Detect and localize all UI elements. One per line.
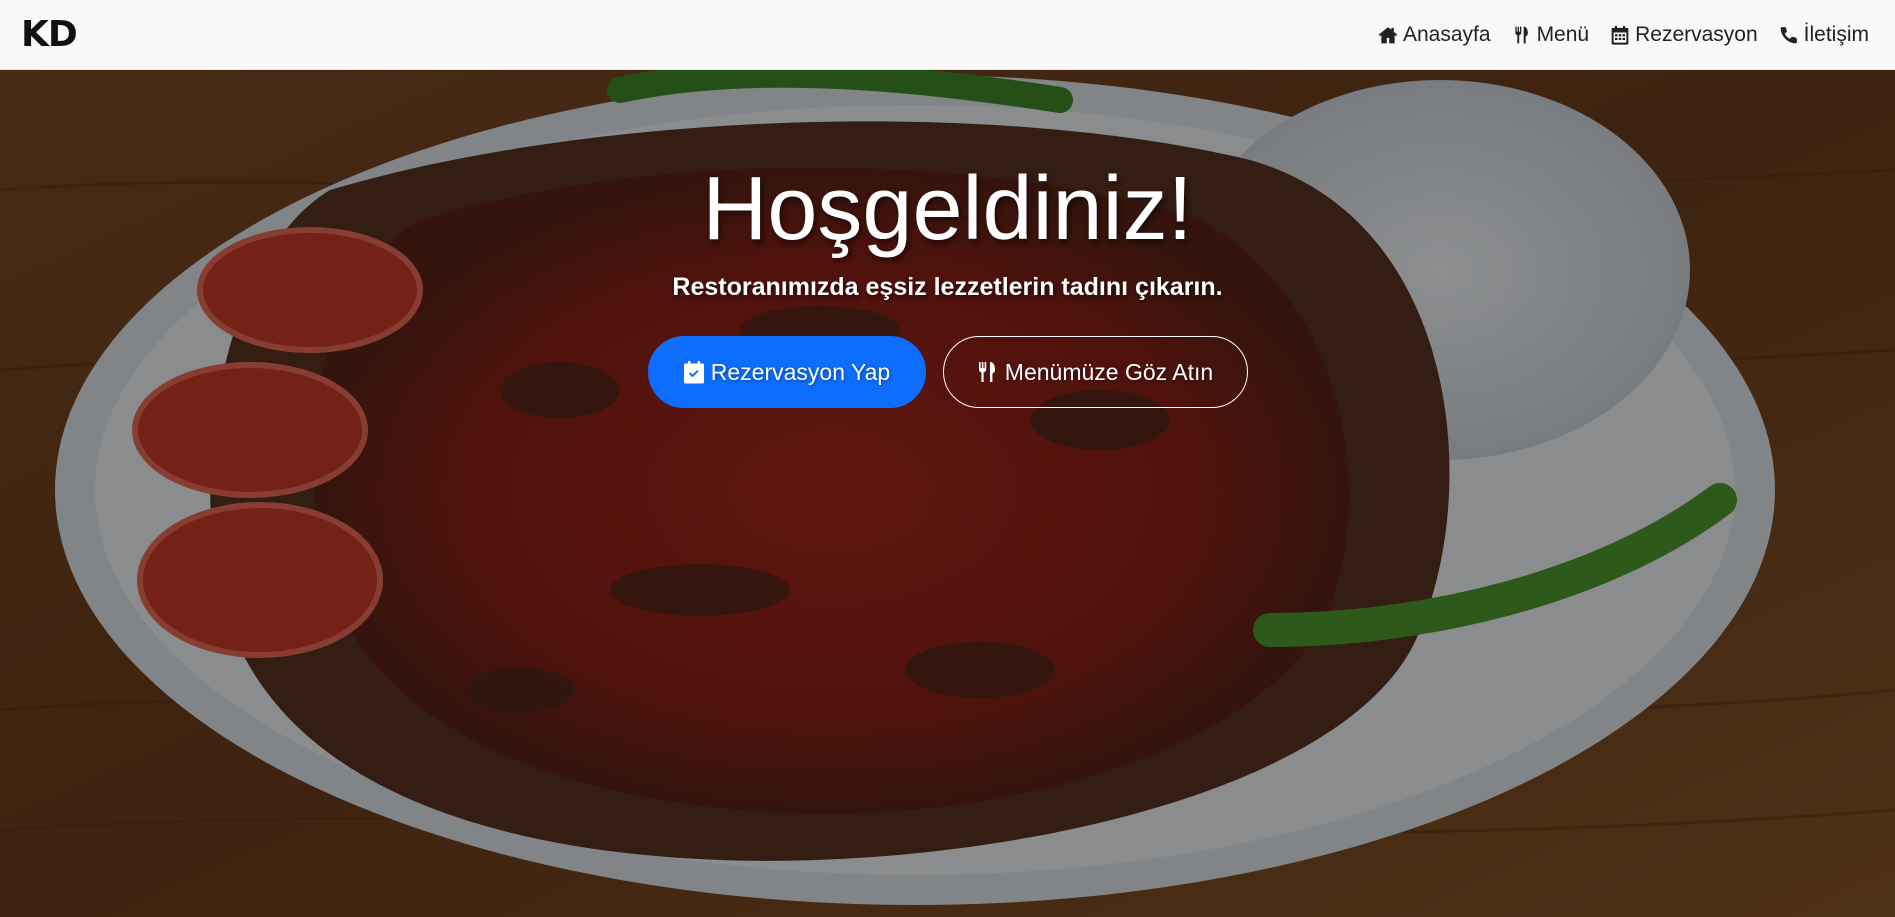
utensils-icon [1514, 26, 1528, 43]
hero-buttons: Rezervasyon Yap Menümüze Göz Atın [0, 336, 1895, 408]
reservation-button[interactable]: Rezervasyon Yap [647, 336, 926, 408]
phone-icon [1780, 26, 1797, 43]
nav-link-home[interactable]: Anasayfa [1378, 23, 1491, 47]
nav-label-contact: İletişim [1803, 22, 1869, 46]
main-nav: Anasayfa Menü Rezervasyon İletişim [1378, 23, 1869, 47]
menu-button-label: Menümüze Göz Atın [1004, 358, 1214, 385]
calendar-check-icon [683, 361, 704, 384]
nav-label-home: Anasayfa [1403, 22, 1491, 46]
navbar: KD Anasayfa Menü Rezervasyon İletişim [0, 0, 1895, 70]
utensils-icon [978, 362, 995, 382]
nav-link-menu[interactable]: Menü [1512, 22, 1590, 47]
nav-link-reservation[interactable]: Rezervasyon [1610, 23, 1758, 47]
reservation-button-label: Rezervasyon Yap [710, 358, 891, 385]
brand-logo[interactable]: KD [21, 14, 78, 55]
hero-title: Hoşgeldiniz! [702, 159, 1193, 259]
hero-subtitle: Restoranımızda eşsiz lezzetlerin tadını … [672, 273, 1223, 301]
nav-link-contact[interactable]: İletişim [1779, 23, 1869, 47]
hero-section: Hoşgeldiniz! Restoranımızda eşsiz lezzet… [0, 70, 1895, 917]
nav-label-menu: Menü [1536, 22, 1590, 46]
home-icon [1378, 26, 1398, 43]
calendar-icon [1611, 25, 1629, 45]
nav-label-reservation: Rezervasyon [1635, 22, 1758, 46]
menu-button[interactable]: Menümüze Göz Atın [942, 336, 1248, 408]
